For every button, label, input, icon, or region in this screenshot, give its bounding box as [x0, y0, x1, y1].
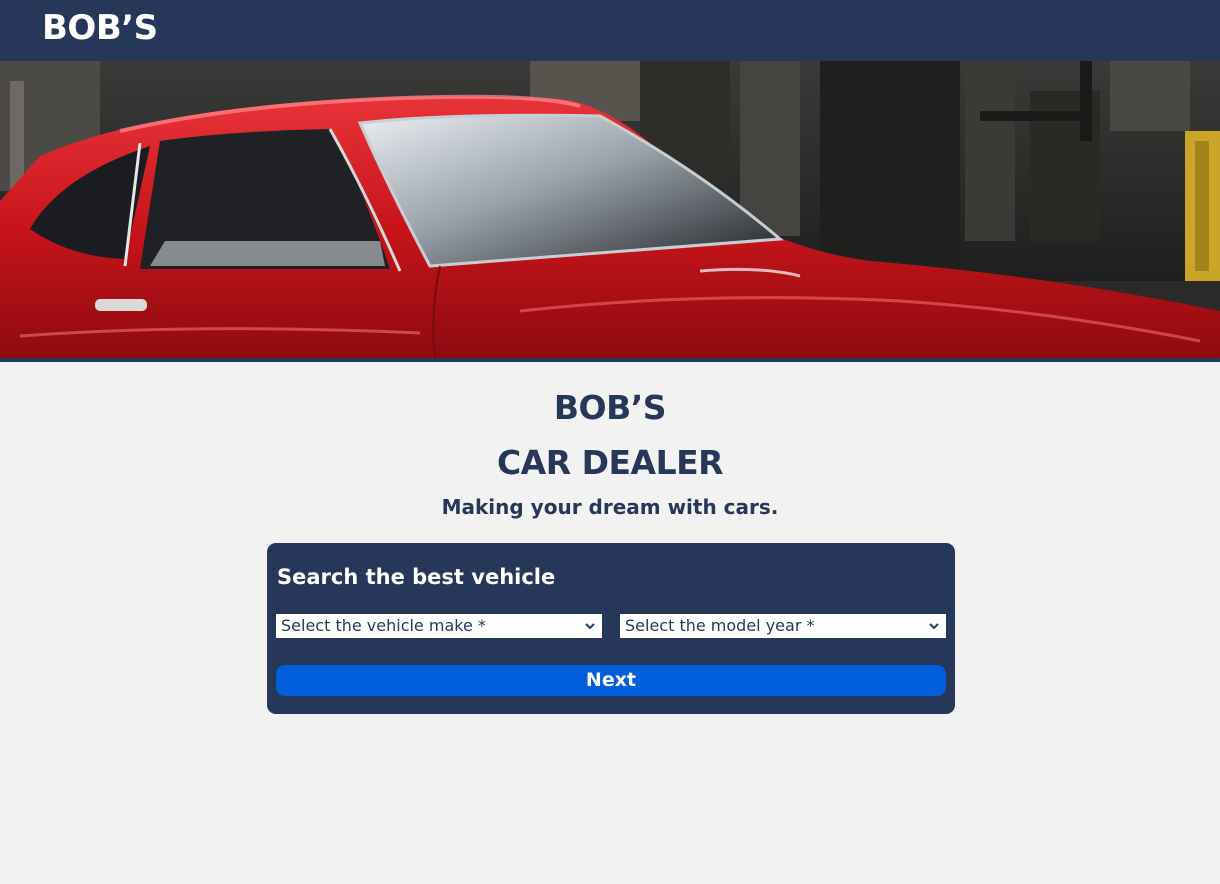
vehicle-make-select[interactable]: Select the vehicle make * — [276, 614, 602, 638]
hero-divider — [0, 358, 1220, 362]
page-title-line-1: BOB’S — [553, 388, 667, 427]
vehicle-make-select-value: Select the vehicle make * — [281, 616, 486, 635]
vehicle-search-card: Search the best vehicle Select the vehic… — [267, 543, 955, 714]
hero-image — [0, 61, 1220, 358]
search-heading: Search the best vehicle — [277, 565, 556, 589]
page-tagline: Making your dream with cars. — [441, 495, 779, 519]
red-car-photo — [0, 61, 1220, 358]
model-year-select-value: Select the model year * — [625, 616, 815, 635]
brand-logo-link[interactable]: BOB’S — [42, 8, 158, 48]
model-year-select[interactable]: Select the model year * — [620, 614, 946, 638]
chevron-down-icon — [929, 623, 939, 630]
site-header: BOB’S — [0, 0, 1220, 61]
page-title-line-2: CAR DEALER — [496, 443, 724, 482]
chevron-down-icon — [585, 623, 595, 630]
next-button[interactable]: Next — [276, 665, 946, 696]
